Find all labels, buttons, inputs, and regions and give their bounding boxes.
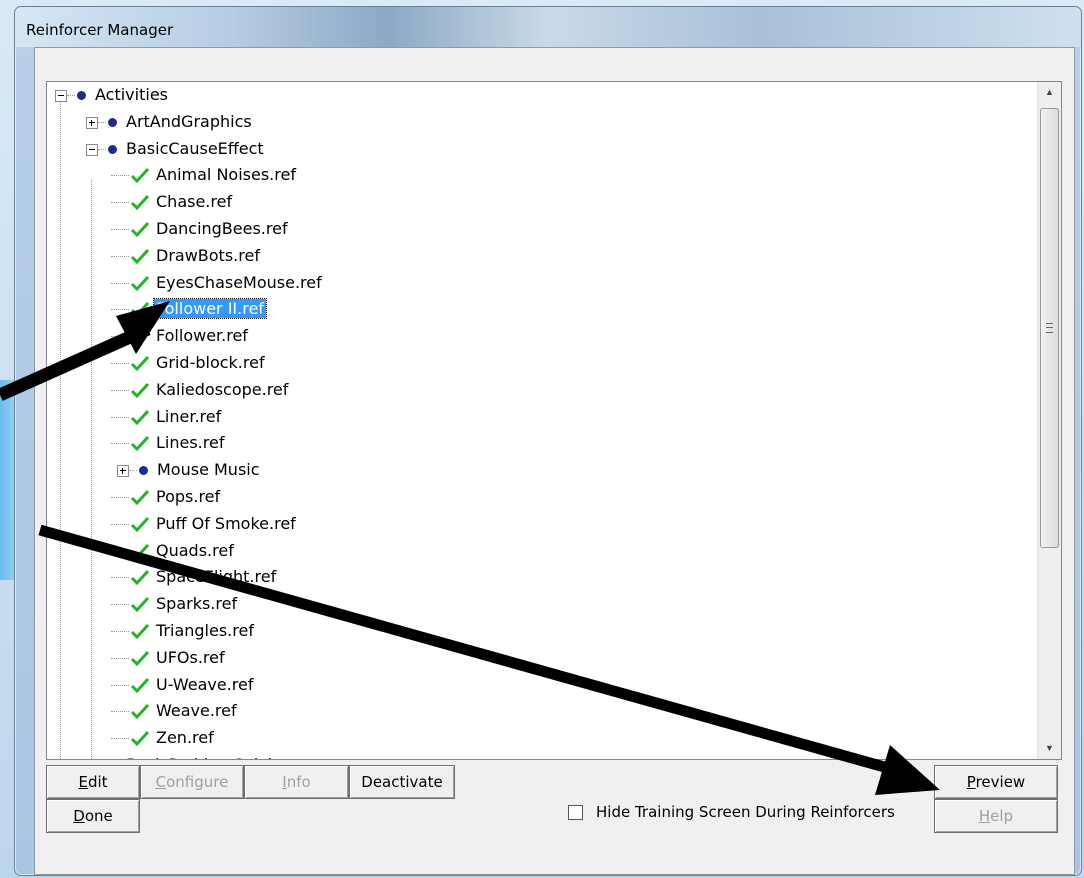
tree-item-label: Mouse Music: [157, 460, 260, 480]
reinforcer-manager-window: Reinforcer Manager Activities ArtAndGraph…: [14, 6, 1082, 876]
tree-item[interactable]: EyesChaseMouse.ref: [47, 270, 324, 296]
tree-item-label: U-Weave.ref: [156, 674, 254, 694]
tree-item[interactable]: DrawBots.ref: [47, 243, 262, 269]
blue-dot-icon: [108, 117, 117, 127]
tree-folder[interactable]: Mouse Music: [47, 457, 262, 483]
info-label-rest: nfo: [286, 773, 311, 791]
expand-icon[interactable]: [86, 116, 98, 129]
vertical-scrollbar[interactable]: ▲ ▼: [1037, 82, 1061, 759]
done-label-rest: one: [84, 807, 113, 825]
help-label-mnemonic: H: [978, 807, 991, 825]
tree-item-label: EyesChaseMouse.ref: [156, 272, 322, 292]
tree-item-label: Lines.ref: [156, 433, 225, 453]
hide-training-checkbox[interactable]: [568, 805, 583, 820]
tree-folder[interactable]: BasicProblemSolving: [47, 752, 294, 759]
tree-item-label: UFOs.ref: [156, 647, 225, 667]
collapse-icon[interactable]: [55, 90, 67, 102]
tree-item[interactable]: Kaliedoscope.ref: [47, 377, 290, 403]
tree-item[interactable]: Follower.ref: [47, 323, 250, 349]
tree-item[interactable]: Animal Noises.ref: [47, 162, 298, 188]
tree-item-label: SpaceFlight.ref: [156, 567, 277, 587]
preview-label-mnemonic: P: [966, 773, 976, 791]
tree-item-label: Kaliedoscope.ref: [156, 379, 289, 399]
preview-label-rest: review: [975, 773, 1026, 791]
tree-item[interactable]: Triangles.ref: [47, 618, 256, 644]
tree-folder[interactable]: BasicCauseEffect: [47, 136, 266, 162]
tree-item[interactable]: Puff Of Smoke.ref: [47, 511, 298, 537]
tree-item[interactable]: Lines.ref: [47, 430, 226, 456]
tree-item[interactable]: SpaceFlight.ref: [47, 564, 278, 590]
configure-button[interactable]: Configure: [140, 765, 244, 799]
edit-button[interactable]: Edit: [46, 765, 140, 799]
tree-item-label: Puff Of Smoke.ref: [156, 513, 296, 533]
edit-label-rest: dit: [87, 773, 108, 791]
tree-item[interactable]: Weave.ref: [47, 698, 239, 724]
tree-canvas: Activities ArtAndGraphics BasicCauseEffect…: [47, 82, 1037, 759]
dialog-client: Activities ArtAndGraphics BasicCauseEffect…: [34, 47, 1075, 875]
tree-item-label: DrawBots.ref: [156, 245, 260, 265]
tree-item[interactable]: Chase.ref: [47, 189, 234, 215]
tree-item-label: Weave.ref: [156, 701, 237, 721]
tree-item[interactable]: Quads.ref: [47, 538, 236, 564]
tree-folder[interactable]: ArtAndGraphics: [47, 109, 254, 135]
info-button[interactable]: Info: [244, 765, 349, 799]
tree-item[interactable]: Grid-block.ref: [47, 350, 267, 376]
configure-label-rest: onfigure: [166, 773, 229, 791]
tree-folder[interactable]: Activities: [47, 82, 170, 108]
tree-item-label: Triangles.ref: [156, 621, 254, 640]
tree-item[interactable]: Pops.ref: [47, 484, 222, 510]
preview-button[interactable]: Preview: [934, 765, 1058, 799]
tree-item[interactable]: Sparks.ref: [47, 591, 239, 617]
scroll-up-button[interactable]: ▲: [1038, 82, 1061, 103]
grip-icon: [1046, 323, 1053, 333]
tree-item[interactable]: Zen.ref: [47, 725, 216, 751]
done-label-mnemonic: D: [73, 807, 85, 825]
tree-item[interactable]: Follower II.ref: [47, 296, 267, 322]
tree-item-label: Activities: [95, 85, 168, 104]
tree-item-label: Follower II.ref: [153, 298, 267, 320]
tree-item[interactable]: DancingBees.ref: [47, 216, 290, 242]
edit-label-mnemonic: E: [78, 773, 88, 791]
scroll-thumb[interactable]: [1040, 108, 1059, 548]
tree-item-label: Quads.ref: [156, 540, 234, 560]
deactivate-label: Deactivate: [361, 773, 443, 791]
tree-item-label: Chase.ref: [156, 192, 233, 212]
reinforcer-tree[interactable]: Activities ArtAndGraphics BasicCauseEffect…: [46, 81, 1062, 760]
deactivate-button[interactable]: Deactivate: [349, 765, 455, 799]
title-bar[interactable]: Reinforcer Manager: [15, 7, 1081, 47]
tree-item-label: DancingBees.ref: [156, 219, 288, 238]
help-label-rest: elp: [990, 807, 1014, 825]
tree-item-label: Animal Noises.ref: [156, 165, 296, 185]
tree-item-label: Sparks.ref: [156, 594, 238, 614]
tree-item-label: Pops.ref: [156, 487, 221, 506]
collapse-icon[interactable]: [86, 143, 98, 156]
tree-item-label: Grid-block.ref: [156, 353, 265, 372]
done-button[interactable]: Done: [46, 799, 140, 833]
tree-item[interactable]: UFOs.ref: [47, 645, 227, 671]
help-button[interactable]: Help: [934, 799, 1058, 833]
tree-item-label: Follower.ref: [156, 326, 248, 346]
blue-dot-icon: [108, 144, 117, 154]
hide-training-label: Hide Training Screen During Reinforcers: [596, 803, 895, 821]
scroll-down-button[interactable]: ▼: [1038, 738, 1061, 759]
tree-item-label: Zen.ref: [156, 728, 214, 748]
tree-item[interactable]: U-Weave.ref: [47, 672, 255, 698]
tree-item-label: ArtAndGraphics: [126, 111, 252, 131]
tree-item-label: BasicProblemSolving: [124, 755, 294, 759]
tree-item-label: BasicCauseEffect: [126, 138, 264, 158]
blue-dot-icon: [77, 91, 86, 100]
window-title: Reinforcer Manager: [26, 21, 174, 39]
expand-icon[interactable]: [117, 465, 129, 478]
tree-item-label: Liner.ref: [156, 406, 222, 426]
tree-item[interactable]: Liner.ref: [47, 404, 223, 430]
configure-label-mnemonic: C: [155, 773, 167, 791]
blue-dot-icon: [139, 466, 148, 476]
